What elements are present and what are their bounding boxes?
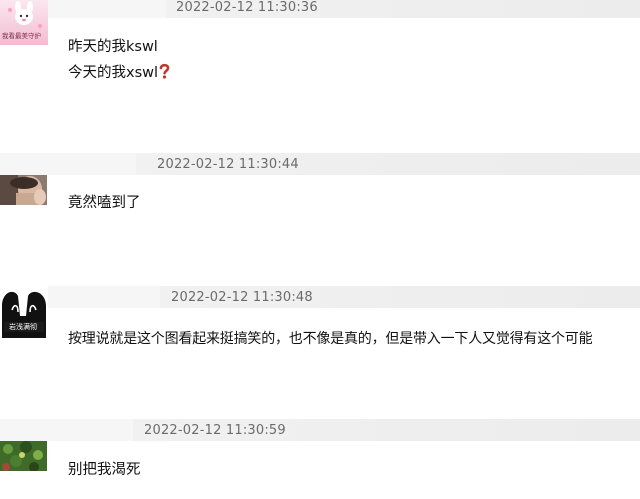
- comment-header-bar-segment: [48, 0, 166, 18]
- comment-header-bar-segment: [0, 153, 136, 175]
- comment-item: 2022-02-12 11:30:44 竟然嗑到了: [0, 153, 640, 268]
- comment-timestamp: 2022-02-12 11:30:48: [171, 290, 313, 305]
- comment-header-bar-segment: [0, 419, 133, 441]
- comment-timestamp: 2022-02-12 11:30:44: [157, 157, 299, 172]
- comment-text-line: 昨天的我kswl: [68, 39, 158, 55]
- avatar[interactable]: 我看最美守护: [0, 0, 48, 45]
- comment-header-bar-segment: [48, 286, 160, 308]
- comment-timestamp: 2022-02-12 11:30:36: [176, 0, 318, 15]
- green-pattern-avatar-icon: [0, 441, 47, 471]
- comment-item: 2022-02-12 11:30:48 岩浅满彻 按理说就是这个图看起来挺搞笑的…: [0, 286, 640, 411]
- comment-text-line: 按理说就是这个图看起来挺搞笑的，也不像是真的，但是带入一下人又觉得有这个可能: [68, 331, 593, 347]
- comment-item: 2022-02-12 11:30:36 我看最美守护 昨天的我kswl 今天的我…: [0, 0, 640, 150]
- avatar-caption: 岩浅满彻: [9, 323, 37, 331]
- avatar[interactable]: [0, 441, 47, 471]
- comment-text-line: 别把我渴死: [68, 462, 141, 478]
- avatar[interactable]: [0, 175, 47, 205]
- comment-text: 今天的我xswl: [68, 65, 159, 81]
- comment-text-line: 今天的我xswl: [68, 60, 170, 88]
- avatar-caption: 我看最美守护: [2, 32, 41, 40]
- photo-avatar-icon: [0, 175, 47, 205]
- comment-text-line: 竟然嗑到了: [68, 195, 141, 211]
- avatar[interactable]: 岩浅满彻: [0, 286, 48, 338]
- question-mark-icon: [159, 62, 170, 88]
- comment-timestamp: 2022-02-12 11:30:59: [144, 423, 286, 438]
- comment-thread: 2022-02-12 11:30:36 我看最美守护 昨天的我kswl 今天的我…: [0, 0, 640, 499]
- comment-item: 2022-02-12 11:30:59 别把我渴死: [0, 419, 640, 499]
